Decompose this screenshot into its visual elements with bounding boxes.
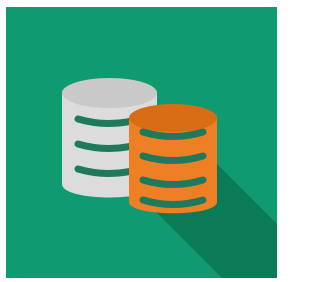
gray-stack-top <box>62 78 157 108</box>
database-stacks-icon <box>6 7 277 278</box>
orange-stack-top <box>129 104 217 132</box>
icon-frame <box>0 0 283 282</box>
database-tile <box>6 7 277 278</box>
orange-database-stack <box>129 104 217 214</box>
